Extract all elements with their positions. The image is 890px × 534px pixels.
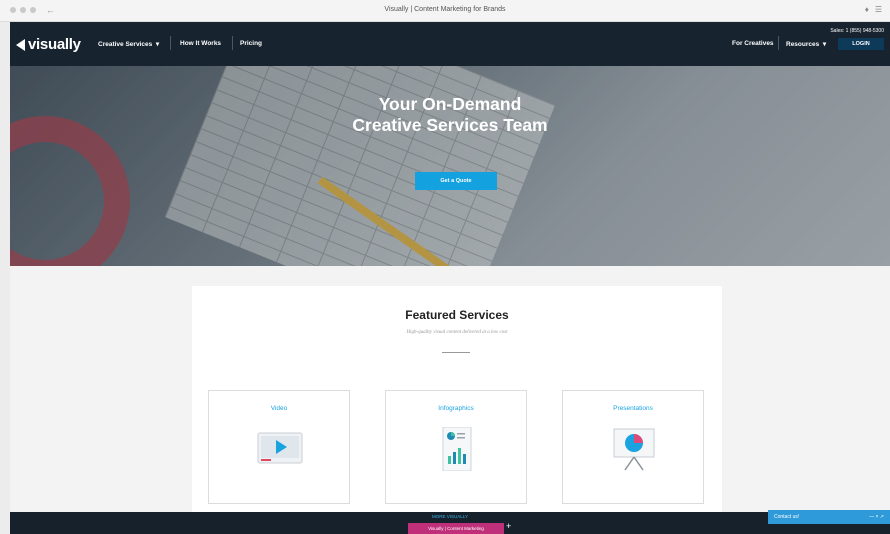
logo-text: visually — [28, 36, 81, 53]
nav-resources[interactable]: Resources ▾ — [786, 40, 826, 48]
service-card-presentations[interactable]: Presentations — [562, 390, 704, 504]
menu-icon[interactable]: ☰ — [875, 5, 882, 14]
nav-divider — [170, 36, 171, 50]
browser-title: Visually | Content Marketing for Brands — [384, 6, 506, 13]
hero-title-line-2: Creative Services Team — [352, 115, 548, 135]
featured-title: Featured Services — [405, 308, 509, 322]
sales-phone: Sales: 1 (855) 948-5300 — [830, 28, 884, 34]
infographic-icon — [442, 427, 472, 471]
get-quote-button[interactable]: Get a Quote — [415, 172, 497, 190]
nav-divider — [778, 36, 779, 50]
chevron-down-icon: ▾ — [822, 41, 827, 48]
page: visually Creative Services ▾ How It Work… — [10, 22, 890, 534]
more-visually-link[interactable]: MORE VISUALLY — [10, 514, 890, 519]
featured-card: Featured Services High-quality visual co… — [192, 286, 722, 526]
nav-link-label: Creative Services — [98, 41, 153, 48]
nav-pricing[interactable]: Pricing — [240, 40, 262, 47]
service-label[interactable]: Presentations — [563, 405, 703, 412]
hero-banner: Your On-Demand Creative Services Team Ge… — [10, 66, 890, 266]
video-play-icon — [257, 432, 303, 464]
nav-divider — [232, 36, 233, 50]
featured-divider — [442, 352, 470, 353]
nav-creative-services[interactable]: Creative Services ▾ — [98, 40, 159, 48]
add-tab-icon[interactable]: + — [506, 521, 511, 531]
bottom-tab[interactable]: Visually | Content Marketing — [408, 523, 504, 534]
hero-title: Your On-Demand Creative Services Team — [10, 94, 890, 136]
extension-icon[interactable]: ♦ — [865, 5, 869, 14]
service-card-infographics[interactable]: Infographics — [385, 390, 527, 504]
chevron-down-icon: ▾ — [155, 41, 160, 48]
logo[interactable]: visually — [16, 36, 81, 53]
service-label[interactable]: Infographics — [386, 405, 526, 412]
browser-chrome: ← Visually | Content Marketing for Brand… — [0, 0, 890, 22]
service-card-video[interactable]: Video — [208, 390, 350, 504]
featured-section: Featured Services High-quality visual co… — [10, 266, 890, 526]
service-label[interactable]: Video — [209, 405, 349, 412]
featured-subtitle: High-quality visual content delivered at… — [406, 330, 508, 335]
presentation-easel-icon — [613, 428, 655, 471]
bottom-bar: MORE VISUALLY Visually | Content Marketi… — [10, 512, 890, 534]
contact-controls-icon[interactable]: — × ↗ — [869, 510, 884, 524]
hero-title-line-1: Your On-Demand — [378, 94, 522, 114]
contact-us-widget[interactable]: Contact us! — × ↗ — [768, 510, 890, 524]
logo-mark-icon — [16, 38, 25, 51]
nav-link-label: Resources — [786, 41, 820, 48]
nav-how-it-works[interactable]: How It Works — [180, 40, 221, 47]
nav-for-creatives[interactable]: For Creatives — [732, 40, 774, 47]
login-button[interactable]: LOGIN — [838, 38, 884, 50]
top-nav: visually Creative Services ▾ How It Work… — [10, 22, 890, 66]
contact-us-label: Contact us! — [774, 514, 800, 520]
